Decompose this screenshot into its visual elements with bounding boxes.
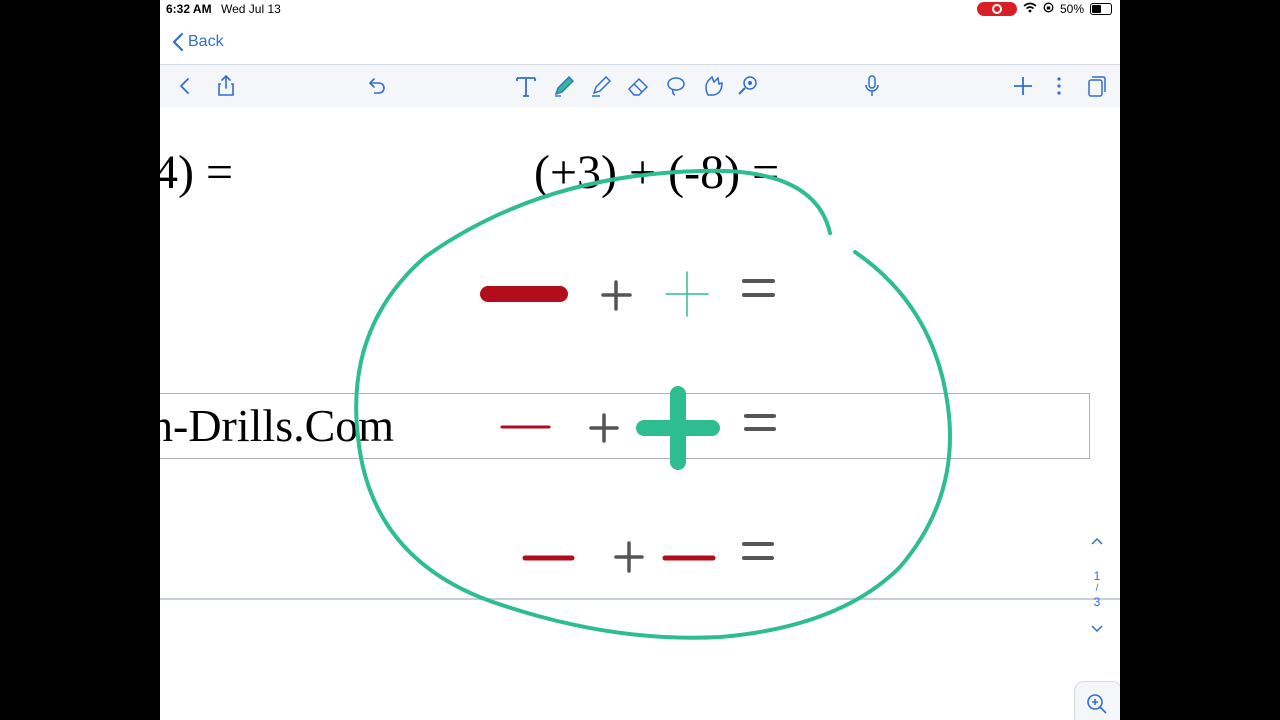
- ink-plus-sign: [601, 280, 632, 311]
- ink-plus-sign: [589, 413, 619, 443]
- microphone-icon[interactable]: [859, 73, 885, 99]
- highlighter-icon[interactable]: [588, 73, 614, 99]
- status-time: 6:32 AM: [166, 2, 212, 16]
- undo-icon[interactable]: [363, 73, 389, 99]
- magnifier-icon: [1087, 694, 1107, 714]
- zoom-button[interactable]: [1074, 681, 1120, 720]
- page-navigator: 1 / 3: [1086, 535, 1108, 637]
- lasso-icon[interactable]: [663, 73, 689, 99]
- add-icon[interactable]: [1010, 73, 1036, 99]
- ink-equals: [742, 542, 774, 560]
- battery-icon: [1090, 3, 1112, 15]
- back-button[interactable]: Back: [172, 32, 224, 52]
- status-date: Wed Jul 13: [221, 2, 281, 16]
- annotation-toolbar: [160, 64, 1120, 108]
- pen-tool-icon[interactable]: [551, 73, 577, 99]
- ink-plus-sign: [614, 541, 644, 573]
- chevron-down-icon[interactable]: [1090, 624, 1104, 634]
- ink-equals: [742, 279, 775, 297]
- text-tool-icon[interactable]: [513, 73, 539, 99]
- status-right: 50%: [976, 2, 1112, 16]
- page-total: 3: [1093, 595, 1101, 609]
- eraser-icon[interactable]: [625, 73, 651, 99]
- page-separator-mark: /: [1095, 583, 1099, 594]
- ink-thin-plus: [665, 271, 709, 317]
- screen-recording-icon[interactable]: [976, 2, 1017, 16]
- ink-big-plus: [636, 386, 720, 470]
- page-current: 1: [1093, 569, 1101, 583]
- chevron-up-icon[interactable]: [1090, 536, 1104, 546]
- share-icon[interactable]: [213, 73, 239, 99]
- ink-equals: [744, 414, 776, 431]
- status-bar: 6:32 AM Wed Jul 13 50%: [160, 0, 1120, 20]
- toolbar-chevron-left-icon[interactable]: [172, 73, 198, 99]
- document-canvas[interactable]: 4) = (+3) + (-8) = h-Drills.Com 1 / 3: [160, 107, 1120, 720]
- back-label: Back: [188, 33, 224, 50]
- pages-icon[interactable]: [1082, 73, 1108, 99]
- laser-pointer-icon[interactable]: [735, 73, 761, 99]
- more-icon[interactable]: [1046, 73, 1072, 99]
- wifi-icon: [1023, 2, 1037, 16]
- ink-circle: [354, 168, 952, 640]
- chevron-left-icon: [172, 32, 184, 52]
- orientation-lock-icon: [1043, 2, 1054, 16]
- ink-annotations: [354, 168, 952, 640]
- shapes-icon[interactable]: [700, 73, 726, 99]
- battery-percent: 50%: [1059, 2, 1084, 16]
- ipad-screen: 6:32 AM Wed Jul 13 50% Back 4) = (+3) + …: [160, 0, 1120, 720]
- navigation-bar: Back: [160, 20, 1120, 64]
